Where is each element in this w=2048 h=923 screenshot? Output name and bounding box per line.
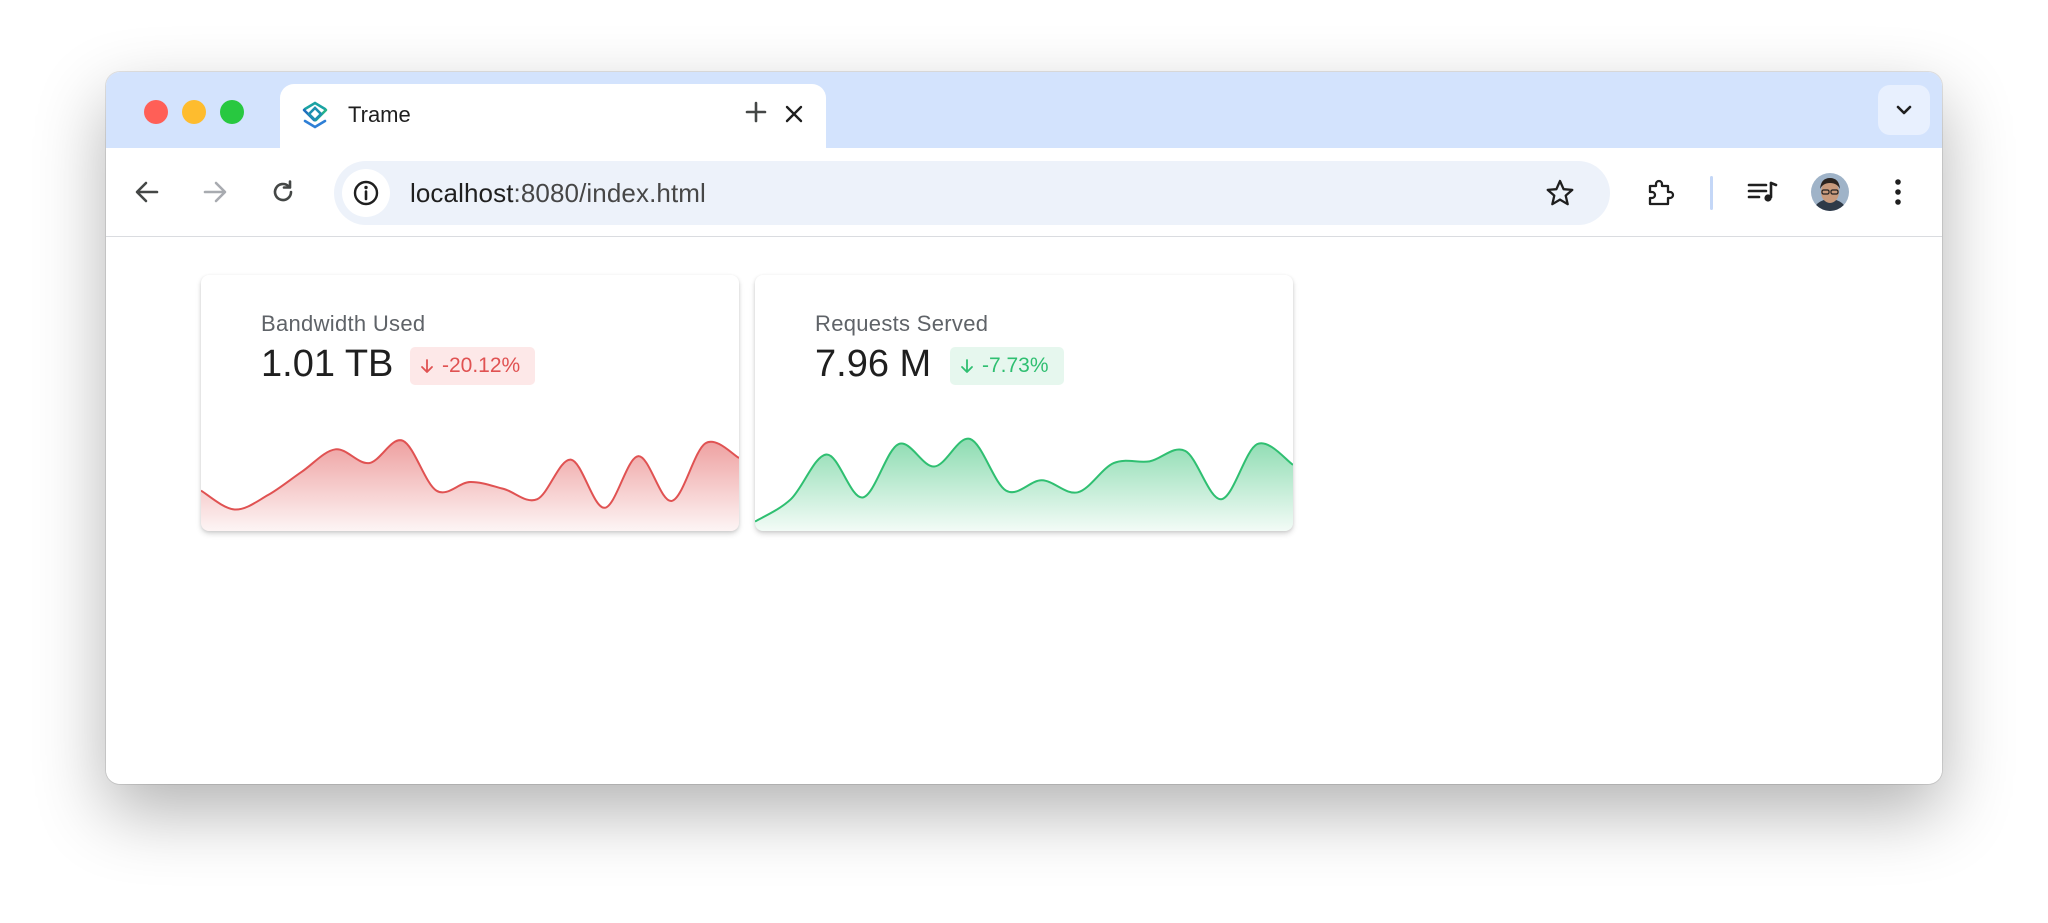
media-controls-button[interactable] [1740, 170, 1784, 214]
plus-icon [745, 101, 767, 123]
chrome-menu-button[interactable] [1876, 170, 1920, 214]
tab-strip: Trame [106, 72, 1942, 148]
page-content: Bandwidth Used 1.01 TB -20.12% Requests … [106, 237, 1942, 784]
toolbar-divider [1710, 176, 1713, 210]
puzzle-icon [1648, 179, 1675, 206]
url-path: :8080/index.html [513, 178, 706, 208]
sparkline-area [755, 438, 1293, 531]
info-icon [353, 180, 379, 206]
stat-value: 7.96 M [815, 343, 932, 385]
url-host: localhost [410, 178, 514, 208]
kebab-menu-icon [1895, 179, 1901, 205]
delta-value: -7.73% [982, 354, 1049, 377]
arrow-right-icon [203, 181, 227, 203]
trame-favicon-icon [300, 100, 330, 130]
delta-value: -20.12% [442, 354, 521, 377]
reload-icon [273, 180, 293, 202]
address-bar[interactable]: localhost:8080/index.html [334, 161, 1610, 225]
forward-button[interactable] [193, 170, 237, 214]
browser-toolbar: localhost:8080/index.html [106, 148, 1942, 237]
browser-window: Trame localhost:8080/index.html Bandwidt… [106, 72, 1942, 784]
back-button[interactable] [125, 170, 169, 214]
profile-button[interactable] [1808, 170, 1852, 214]
delta-badge: -20.12% [410, 347, 536, 385]
sparkline-chart [201, 439, 739, 531]
tab-search-button[interactable] [1878, 85, 1930, 135]
star-icon [1546, 179, 1574, 206]
tab-title: Trame [348, 102, 411, 127]
playlist-icon [1747, 181, 1778, 202]
new-tab-button[interactable] [738, 94, 774, 130]
delta-badge: -7.73% [950, 347, 1064, 385]
zoom-window-button[interactable] [220, 100, 244, 124]
chevron-down-icon [1896, 105, 1912, 115]
extensions-button[interactable] [1638, 170, 1682, 214]
avatar [1811, 173, 1849, 211]
reload-button[interactable] [261, 170, 305, 214]
stat-card-requests: Requests Served 7.96 M -7.73% [755, 275, 1293, 531]
stat-label: Requests Served [815, 311, 989, 336]
stat-label: Bandwidth Used [261, 311, 426, 336]
close-icon[interactable] [778, 98, 810, 130]
close-window-button[interactable] [144, 100, 168, 124]
sparkline-chart [755, 437, 1293, 531]
minimize-window-button[interactable] [182, 100, 206, 124]
site-info-button[interactable] [342, 169, 390, 217]
arrow-down-icon [421, 359, 433, 373]
stat-value: 1.01 TB [261, 343, 394, 385]
arrow-down-icon [961, 359, 973, 373]
url-text: localhost:8080/index.html [410, 178, 706, 209]
bookmark-button[interactable] [1540, 173, 1580, 213]
arrow-left-icon [135, 181, 159, 203]
stat-card-bandwidth: Bandwidth Used 1.01 TB -20.12% [201, 275, 739, 531]
